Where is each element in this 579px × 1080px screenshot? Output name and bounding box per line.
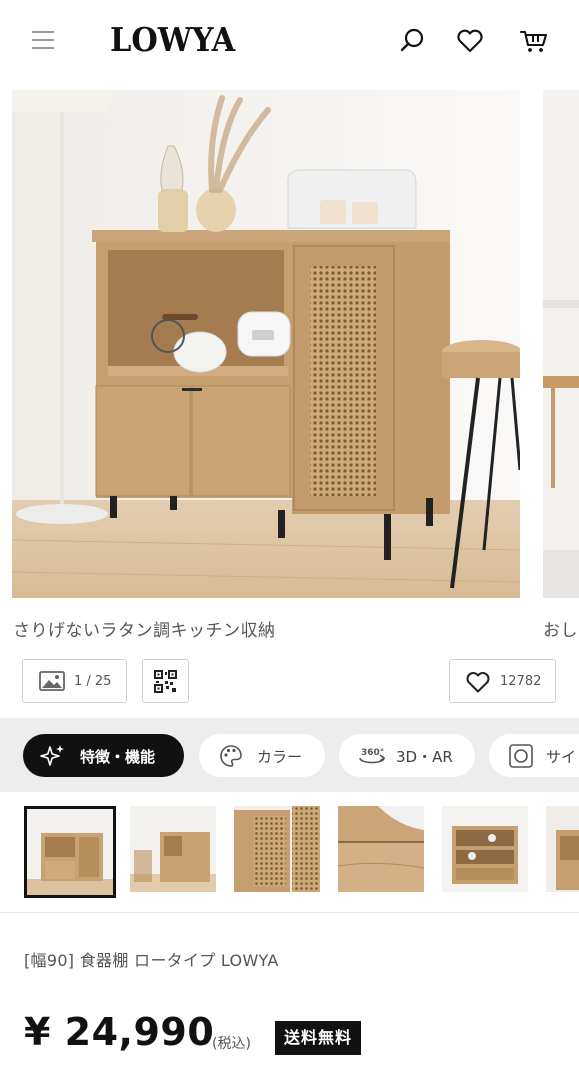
thumbnail[interactable] (130, 806, 222, 898)
image-icon (39, 671, 65, 695)
product-image-carousel[interactable] (0, 84, 579, 614)
360-view-icon: 360° (359, 748, 386, 764)
qr-code-icon (154, 670, 177, 697)
tab-color-label: カラー (257, 748, 303, 766)
next-photo-caption: おし (543, 621, 578, 641)
tax-note: (税込) (212, 1036, 251, 1052)
qr-code-button[interactable] (142, 659, 189, 703)
thumbnail[interactable] (234, 806, 326, 898)
tab-size-label: サイ (546, 748, 577, 766)
hamburger-menu-icon[interactable] (32, 30, 54, 50)
product-title: [幅90] 食器棚 ロータイプ LOWYA (24, 951, 279, 970)
product-photo[interactable] (12, 90, 520, 598)
search-icon[interactable] (398, 26, 428, 56)
favorite-count: 12782 (500, 674, 542, 689)
tab-3d-ar[interactable]: 360° 3D・AR (339, 734, 475, 777)
thumbnail[interactable] (442, 806, 534, 898)
favorite-button[interactable]: 12782 (449, 659, 556, 703)
image-counter: 1 / 25 (74, 674, 112, 689)
tab-features[interactable]: 特徴・機能 (23, 734, 184, 777)
top-header: LOWYA (0, 0, 579, 85)
free-shipping-badge: 送料無料 (275, 1021, 362, 1055)
heart-icon (465, 670, 491, 698)
next-product-photo[interactable] (543, 90, 579, 598)
gallery-button[interactable]: 1 / 25 (22, 659, 127, 703)
thumbnail[interactable] (338, 806, 430, 898)
thumbnail[interactable] (546, 806, 579, 898)
thumbnail-strip[interactable] (0, 802, 579, 906)
tab-3d-ar-label: 3D・AR (396, 748, 453, 766)
cart-icon[interactable] (519, 26, 549, 56)
tab-features-label: 特徴・機能 (80, 748, 156, 766)
tab-size[interactable]: サイ (489, 734, 579, 777)
palette-icon (220, 745, 242, 767)
product-price: ¥ 24,990 (24, 1010, 215, 1054)
lowya-logo[interactable]: LOWYA (110, 20, 235, 59)
photo-caption: さりげないラタン調キッチン収納 (13, 621, 276, 641)
size-icon (509, 744, 533, 768)
feature-tabs-bar[interactable]: 特徴・機能 カラー 360° 3D・AR サイ (0, 718, 579, 792)
sparkle-icon (40, 745, 64, 766)
tab-color[interactable]: カラー (199, 734, 325, 777)
heart-icon[interactable] (455, 26, 485, 56)
section-divider (0, 912, 579, 913)
thumbnail[interactable] (24, 806, 116, 898)
